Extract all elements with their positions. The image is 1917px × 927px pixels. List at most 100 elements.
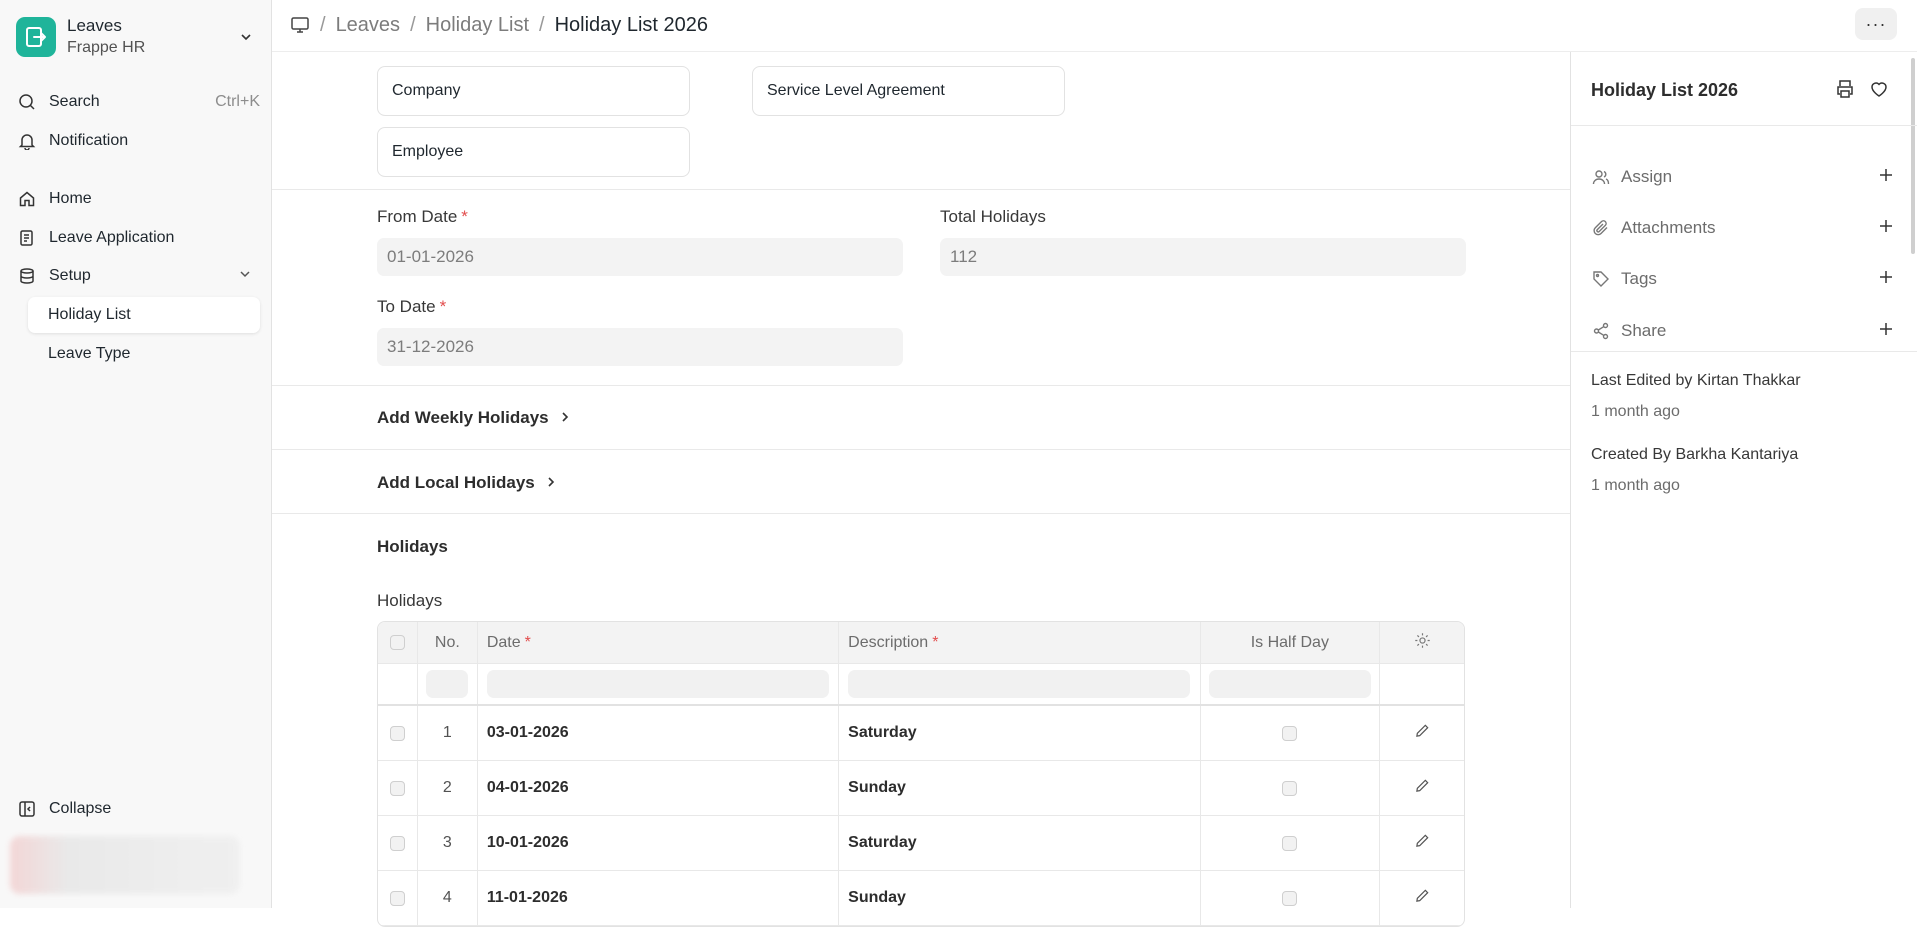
assign-action[interactable]: Assign bbox=[1591, 162, 1894, 192]
half-day-checkbox[interactable] bbox=[1282, 780, 1298, 796]
company-label: Company bbox=[392, 82, 461, 99]
add-weekly-holidays-section[interactable]: Add Weekly Holidays bbox=[377, 408, 571, 428]
plus-icon[interactable] bbox=[1878, 321, 1894, 342]
sla-link-field[interactable]: Service Level Agreement bbox=[752, 66, 1065, 116]
divider bbox=[272, 513, 1570, 514]
chevron-down-icon[interactable] bbox=[236, 27, 256, 47]
sidebar: Leaves Frappe HR Search Ctrl+K Notificat… bbox=[0, 0, 272, 908]
sidebar-search[interactable]: Search Ctrl+K bbox=[16, 85, 260, 119]
holidays-table-label: Holidays bbox=[377, 591, 443, 610]
row-date[interactable]: 04-01-2026 bbox=[478, 761, 840, 815]
edit-pencil-icon[interactable] bbox=[1415, 723, 1430, 743]
sidebar-item-label: Home bbox=[49, 190, 92, 207]
sidebar-item-setup[interactable]: Setup bbox=[16, 259, 260, 293]
sidebar-item-leave-application[interactable]: Leave Application bbox=[16, 221, 260, 255]
last-edited-by: Last Edited by Kirtan Thakkar bbox=[1591, 372, 1801, 389]
sidebar-item-label: Leave Application bbox=[49, 229, 175, 246]
sidebar-subitem-leave-type[interactable]: Leave Type bbox=[28, 336, 260, 372]
home-icon bbox=[16, 188, 38, 210]
divider bbox=[272, 385, 1570, 386]
column-settings[interactable] bbox=[1380, 622, 1464, 663]
chevron-down-icon[interactable] bbox=[238, 267, 252, 286]
add-weekly-holidays-label: Add Weekly Holidays bbox=[377, 408, 549, 427]
select-all-checkbox[interactable] bbox=[389, 635, 405, 650]
filter-half-day-input[interactable] bbox=[1208, 670, 1371, 698]
table-row[interactable]: 4 11-01-2026 Sunday bbox=[378, 871, 1464, 926]
app-name: Leaves bbox=[67, 16, 122, 35]
row-checkbox[interactable] bbox=[389, 890, 405, 906]
tags-label: Tags bbox=[1621, 269, 1657, 288]
table-row[interactable]: 2 04-01-2026 Sunday bbox=[378, 761, 1464, 816]
filter-date-input[interactable] bbox=[486, 670, 829, 698]
heart-icon[interactable] bbox=[1869, 79, 1889, 104]
row-checkbox[interactable] bbox=[389, 780, 405, 796]
add-local-holidays-section[interactable]: Add Local Holidays bbox=[377, 473, 557, 493]
attachments-label: Attachments bbox=[1621, 218, 1716, 237]
column-header-half-day: Is Half Day bbox=[1201, 622, 1381, 663]
subitem-label: Holiday List bbox=[48, 306, 131, 323]
breadcrumb-holiday-list[interactable]: Holiday List bbox=[426, 14, 529, 37]
sidebar-subitem-holiday-list[interactable]: Holiday List bbox=[28, 297, 260, 333]
collapse-button[interactable]: Collapse bbox=[16, 792, 260, 826]
user-profile-blurred[interactable] bbox=[10, 836, 240, 894]
plus-icon[interactable] bbox=[1878, 218, 1894, 239]
row-no: 1 bbox=[418, 706, 478, 760]
breadcrumb-leaves[interactable]: Leaves bbox=[336, 14, 401, 37]
form-sidebar: Holiday List 2026 Assign Attachments Tag… bbox=[1570, 52, 1917, 908]
breadcrumb-separator: / bbox=[539, 13, 545, 36]
row-description[interactable]: Sunday bbox=[839, 871, 1201, 925]
plus-icon[interactable] bbox=[1878, 269, 1894, 290]
half-day-checkbox[interactable] bbox=[1282, 725, 1298, 741]
share-action[interactable]: Share bbox=[1591, 316, 1894, 346]
row-no: 2 bbox=[418, 761, 478, 815]
column-header-date: Date * bbox=[478, 622, 840, 663]
filter-description-input[interactable] bbox=[848, 670, 1191, 698]
to-date-value: 31-12-2026 bbox=[387, 337, 474, 356]
column-header-description: Description * bbox=[839, 622, 1201, 663]
sidebar-notification[interactable]: Notification bbox=[16, 124, 260, 158]
sidebar-item-home[interactable]: Home bbox=[16, 182, 260, 216]
row-description[interactable]: Saturday bbox=[839, 706, 1201, 760]
row-description[interactable]: Sunday bbox=[839, 761, 1201, 815]
more-options-button[interactable]: ··· bbox=[1855, 8, 1897, 40]
edit-pencil-icon[interactable] bbox=[1415, 888, 1430, 908]
print-icon[interactable] bbox=[1835, 79, 1855, 104]
plus-icon[interactable] bbox=[1878, 167, 1894, 188]
divider bbox=[1571, 125, 1917, 126]
row-date[interactable]: 03-01-2026 bbox=[478, 706, 840, 760]
row-checkbox[interactable] bbox=[389, 725, 405, 741]
database-icon bbox=[16, 265, 38, 287]
gear-icon bbox=[1414, 632, 1431, 654]
row-checkbox[interactable] bbox=[389, 835, 405, 851]
edit-pencil-icon[interactable] bbox=[1415, 833, 1430, 853]
chevron-right-icon bbox=[545, 473, 557, 493]
filter-no-input[interactable] bbox=[426, 670, 469, 698]
desktop-icon[interactable] bbox=[290, 15, 310, 35]
employee-link-field[interactable]: Employee bbox=[377, 127, 690, 177]
chevron-right-icon bbox=[559, 408, 571, 428]
sidebar-item-label: Setup bbox=[49, 267, 91, 284]
app-switcher[interactable]: Leaves Frappe HR bbox=[16, 14, 256, 60]
search-label: Search bbox=[49, 93, 100, 110]
created-time: 1 month ago bbox=[1591, 477, 1680, 494]
half-day-checkbox[interactable] bbox=[1282, 835, 1298, 851]
share-icon bbox=[1591, 321, 1611, 341]
total-holidays-input: 112 bbox=[940, 238, 1466, 276]
company-link-field[interactable]: Company bbox=[377, 66, 690, 116]
edit-pencil-icon[interactable] bbox=[1415, 778, 1430, 798]
from-date-input[interactable]: 01-01-2026 bbox=[377, 238, 903, 276]
table-row[interactable]: 3 10-01-2026 Saturday bbox=[378, 816, 1464, 871]
table-row[interactable]: 1 03-01-2026 Saturday bbox=[378, 706, 1464, 761]
document-icon bbox=[16, 227, 38, 249]
to-date-input[interactable]: 31-12-2026 bbox=[377, 328, 903, 366]
row-description[interactable]: Saturday bbox=[839, 816, 1201, 870]
divider bbox=[272, 189, 1570, 190]
scrollbar[interactable] bbox=[1911, 58, 1915, 254]
half-day-checkbox[interactable] bbox=[1282, 890, 1298, 906]
tags-action[interactable]: Tags bbox=[1591, 264, 1894, 294]
attachments-action[interactable]: Attachments bbox=[1591, 213, 1894, 243]
row-date[interactable]: 11-01-2026 bbox=[478, 871, 840, 925]
to-date-label: To Date * bbox=[377, 297, 447, 316]
row-date[interactable]: 10-01-2026 bbox=[478, 816, 840, 870]
top-bar: / Leaves / Holiday List / Holiday List 2… bbox=[272, 0, 1917, 52]
